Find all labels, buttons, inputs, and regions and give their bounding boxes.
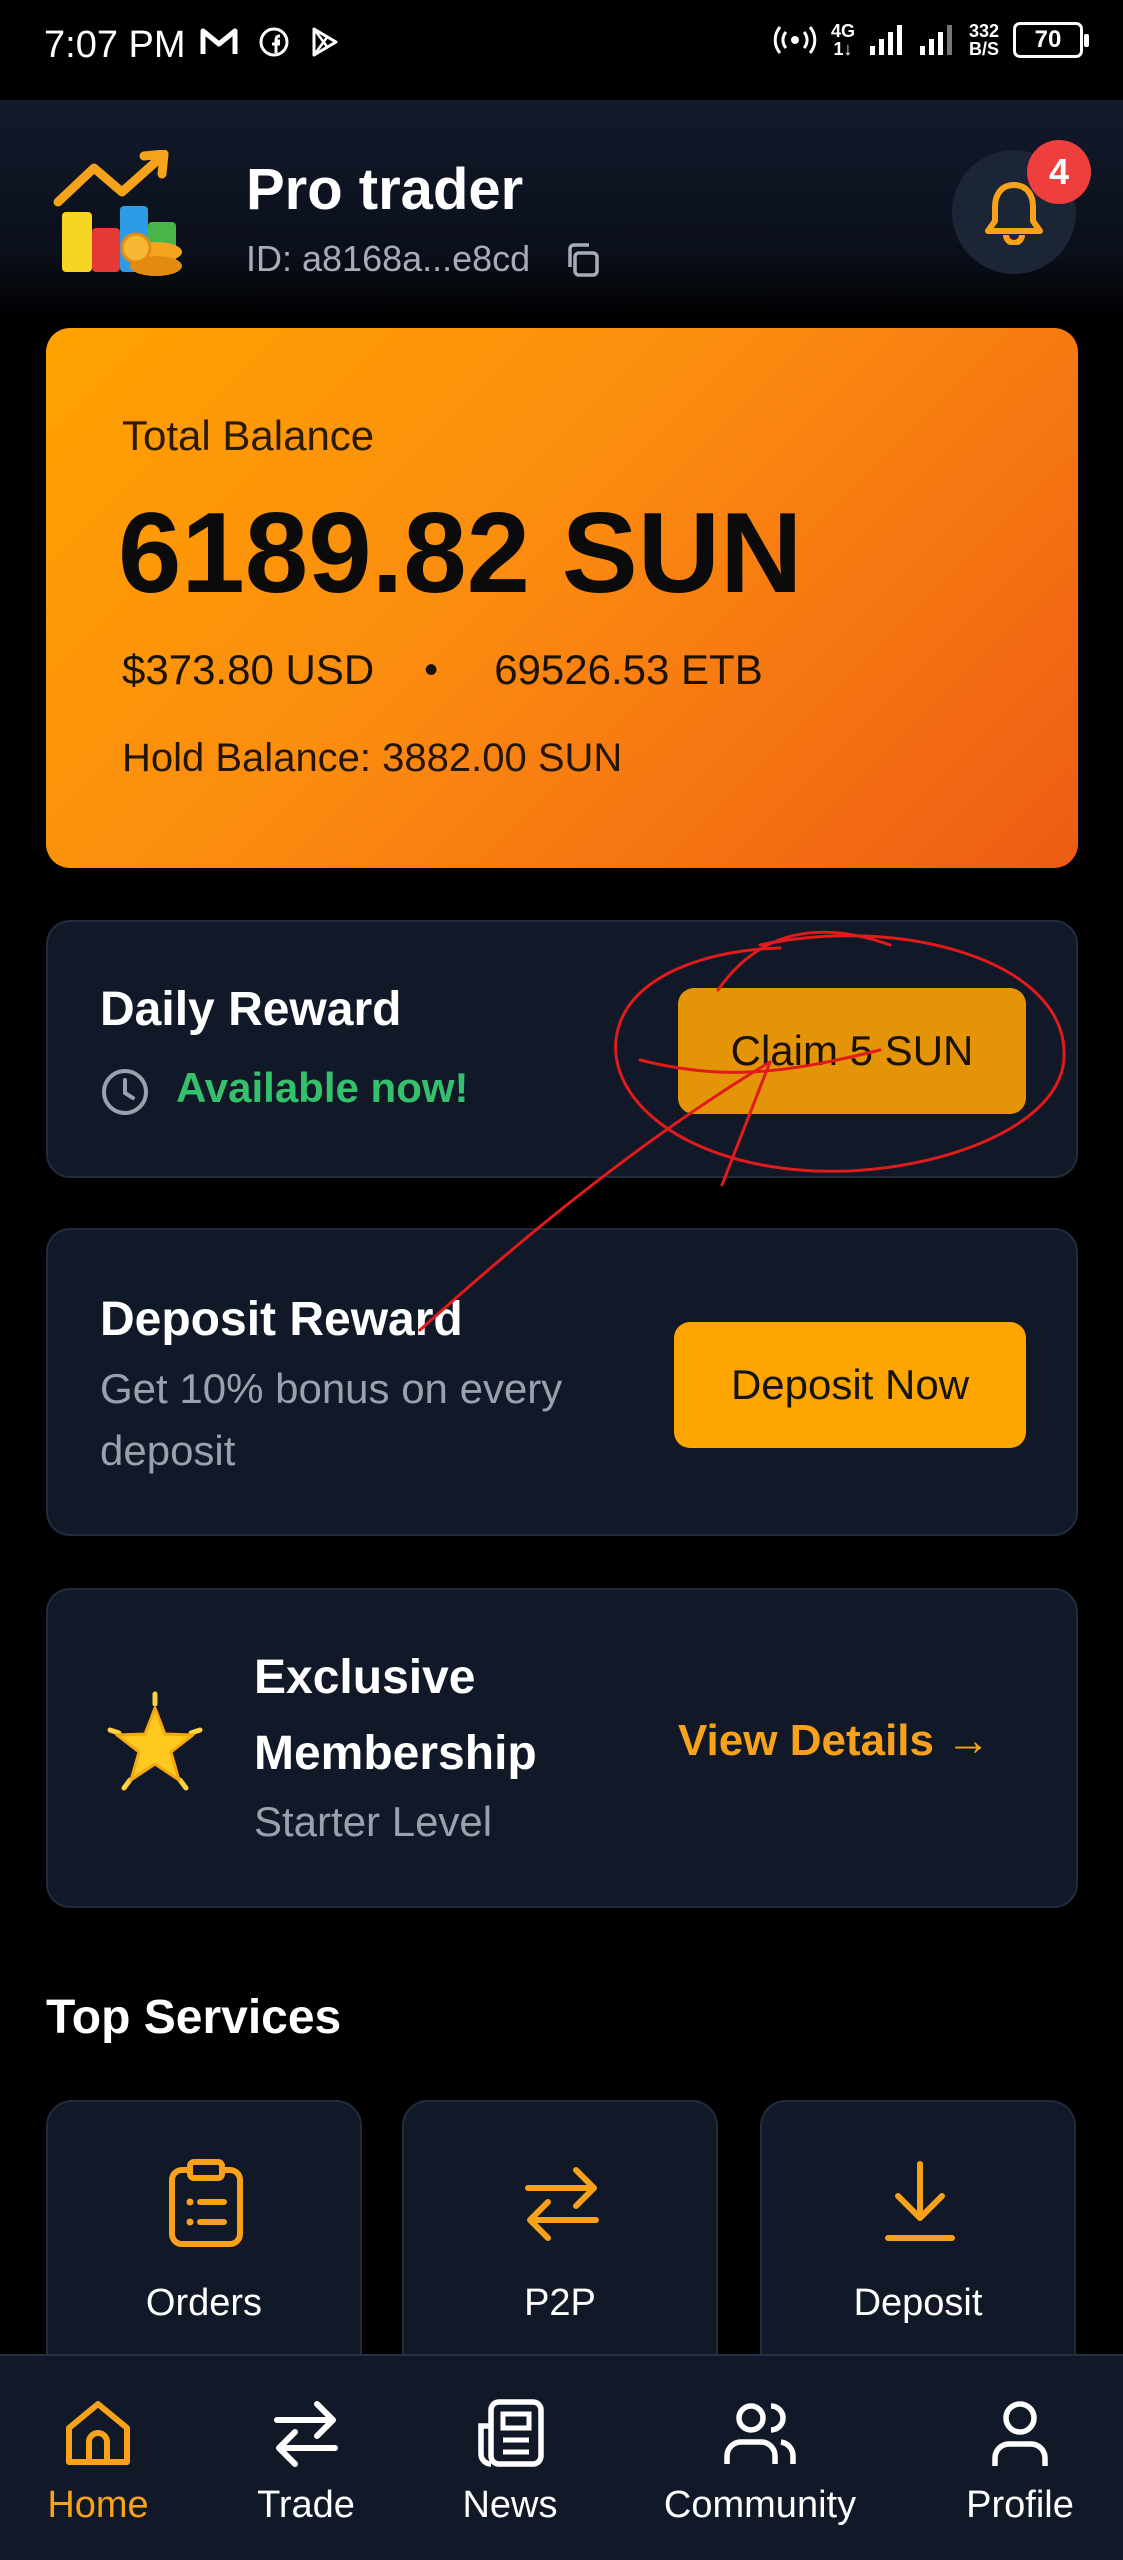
nav-profile[interactable]: Profile	[950, 2396, 1090, 2527]
newspaper-icon	[478, 2399, 544, 2467]
swap-arrows-icon	[274, 2401, 338, 2467]
download-icon	[885, 2161, 955, 2241]
nav-trade[interactable]: Trade	[236, 2396, 376, 2527]
status-bar: 7:07 PM 4G 1↓ 332 B/S 70	[0, 0, 1123, 96]
battery-icon: 70	[1013, 22, 1089, 58]
notification-badge: 4	[1027, 140, 1091, 204]
membership-title: Exclusive Membership	[254, 1651, 537, 1780]
play-store-icon	[312, 27, 338, 57]
deposit-now-button[interactable]: Deposit Now	[674, 1322, 1026, 1448]
swap-arrows-icon	[525, 2167, 599, 2241]
balance-etb: 69526.53 ETB	[494, 646, 763, 693]
clock-icon	[102, 1069, 148, 1115]
hotspot-icon	[773, 26, 817, 54]
facebook-icon	[259, 27, 289, 57]
balance-conversions: $373.80 USD • 69526.53 ETB	[122, 646, 763, 694]
service-label: P2P	[524, 2282, 596, 2324]
nav-home[interactable]: Home	[28, 2396, 168, 2527]
deposit-reward-title: Deposit Reward	[100, 1293, 463, 1346]
deposit-reward-card: Deposit Reward Get 10% bonus on every de…	[46, 1228, 1078, 1536]
reward-status: Available now!	[176, 1064, 469, 1111]
service-label: Deposit	[853, 2282, 983, 2324]
user-id: ID: a8168a...e8cd	[246, 238, 531, 279]
bottom-navigation: Home Trade News Community Profile	[0, 2354, 1123, 2560]
trading-chart-logo-icon	[53, 150, 182, 276]
clipboard-icon	[169, 2159, 243, 2247]
net-speed: 332 B/S	[968, 21, 999, 59]
network-type: 4G 1↓	[830, 21, 855, 59]
deposit-reward-subtitle: Get 10% bonus on every deposit	[100, 1365, 563, 1474]
nav-community[interactable]: Community	[660, 2396, 860, 2527]
separator-dot: •	[424, 647, 439, 692]
signal-icon-2	[919, 25, 952, 55]
star-icon	[107, 1691, 203, 1791]
balance-label: Total Balance	[122, 412, 375, 459]
membership-card[interactable]: Exclusive Membership Starter Level View …	[46, 1588, 1078, 1908]
status-time: 7:07 PM	[44, 24, 186, 66]
user-name: Pro trader	[246, 157, 524, 222]
top-services-title: Top Services	[46, 1991, 342, 2044]
gmail-icon	[200, 28, 238, 54]
signal-icon	[869, 25, 902, 55]
view-details-link[interactable]: View Details →	[678, 1716, 990, 1766]
service-label: Orders	[145, 2282, 263, 2324]
user-icon	[992, 2401, 1048, 2466]
daily-reward-card: Daily Reward Available now! Claim 5 SUN	[46, 920, 1078, 1178]
balance-card: Total Balance 6189.82 SUN $373.80 USD • …	[46, 328, 1078, 868]
balance-amount: 6189.82 SUN	[118, 490, 803, 617]
home-icon	[66, 2401, 130, 2465]
membership-level: Starter Level	[254, 1798, 493, 1845]
users-icon	[724, 2403, 796, 2464]
hold-balance: Hold Balance: 3882.00 SUN	[122, 736, 623, 780]
copy-icon[interactable]	[562, 240, 602, 280]
daily-reward-title: Daily Reward	[100, 983, 402, 1036]
nav-news[interactable]: News	[440, 2396, 580, 2527]
claim-reward-button[interactable]: Claim 5 SUN	[678, 988, 1026, 1114]
balance-usd: $373.80 USD	[122, 646, 375, 693]
